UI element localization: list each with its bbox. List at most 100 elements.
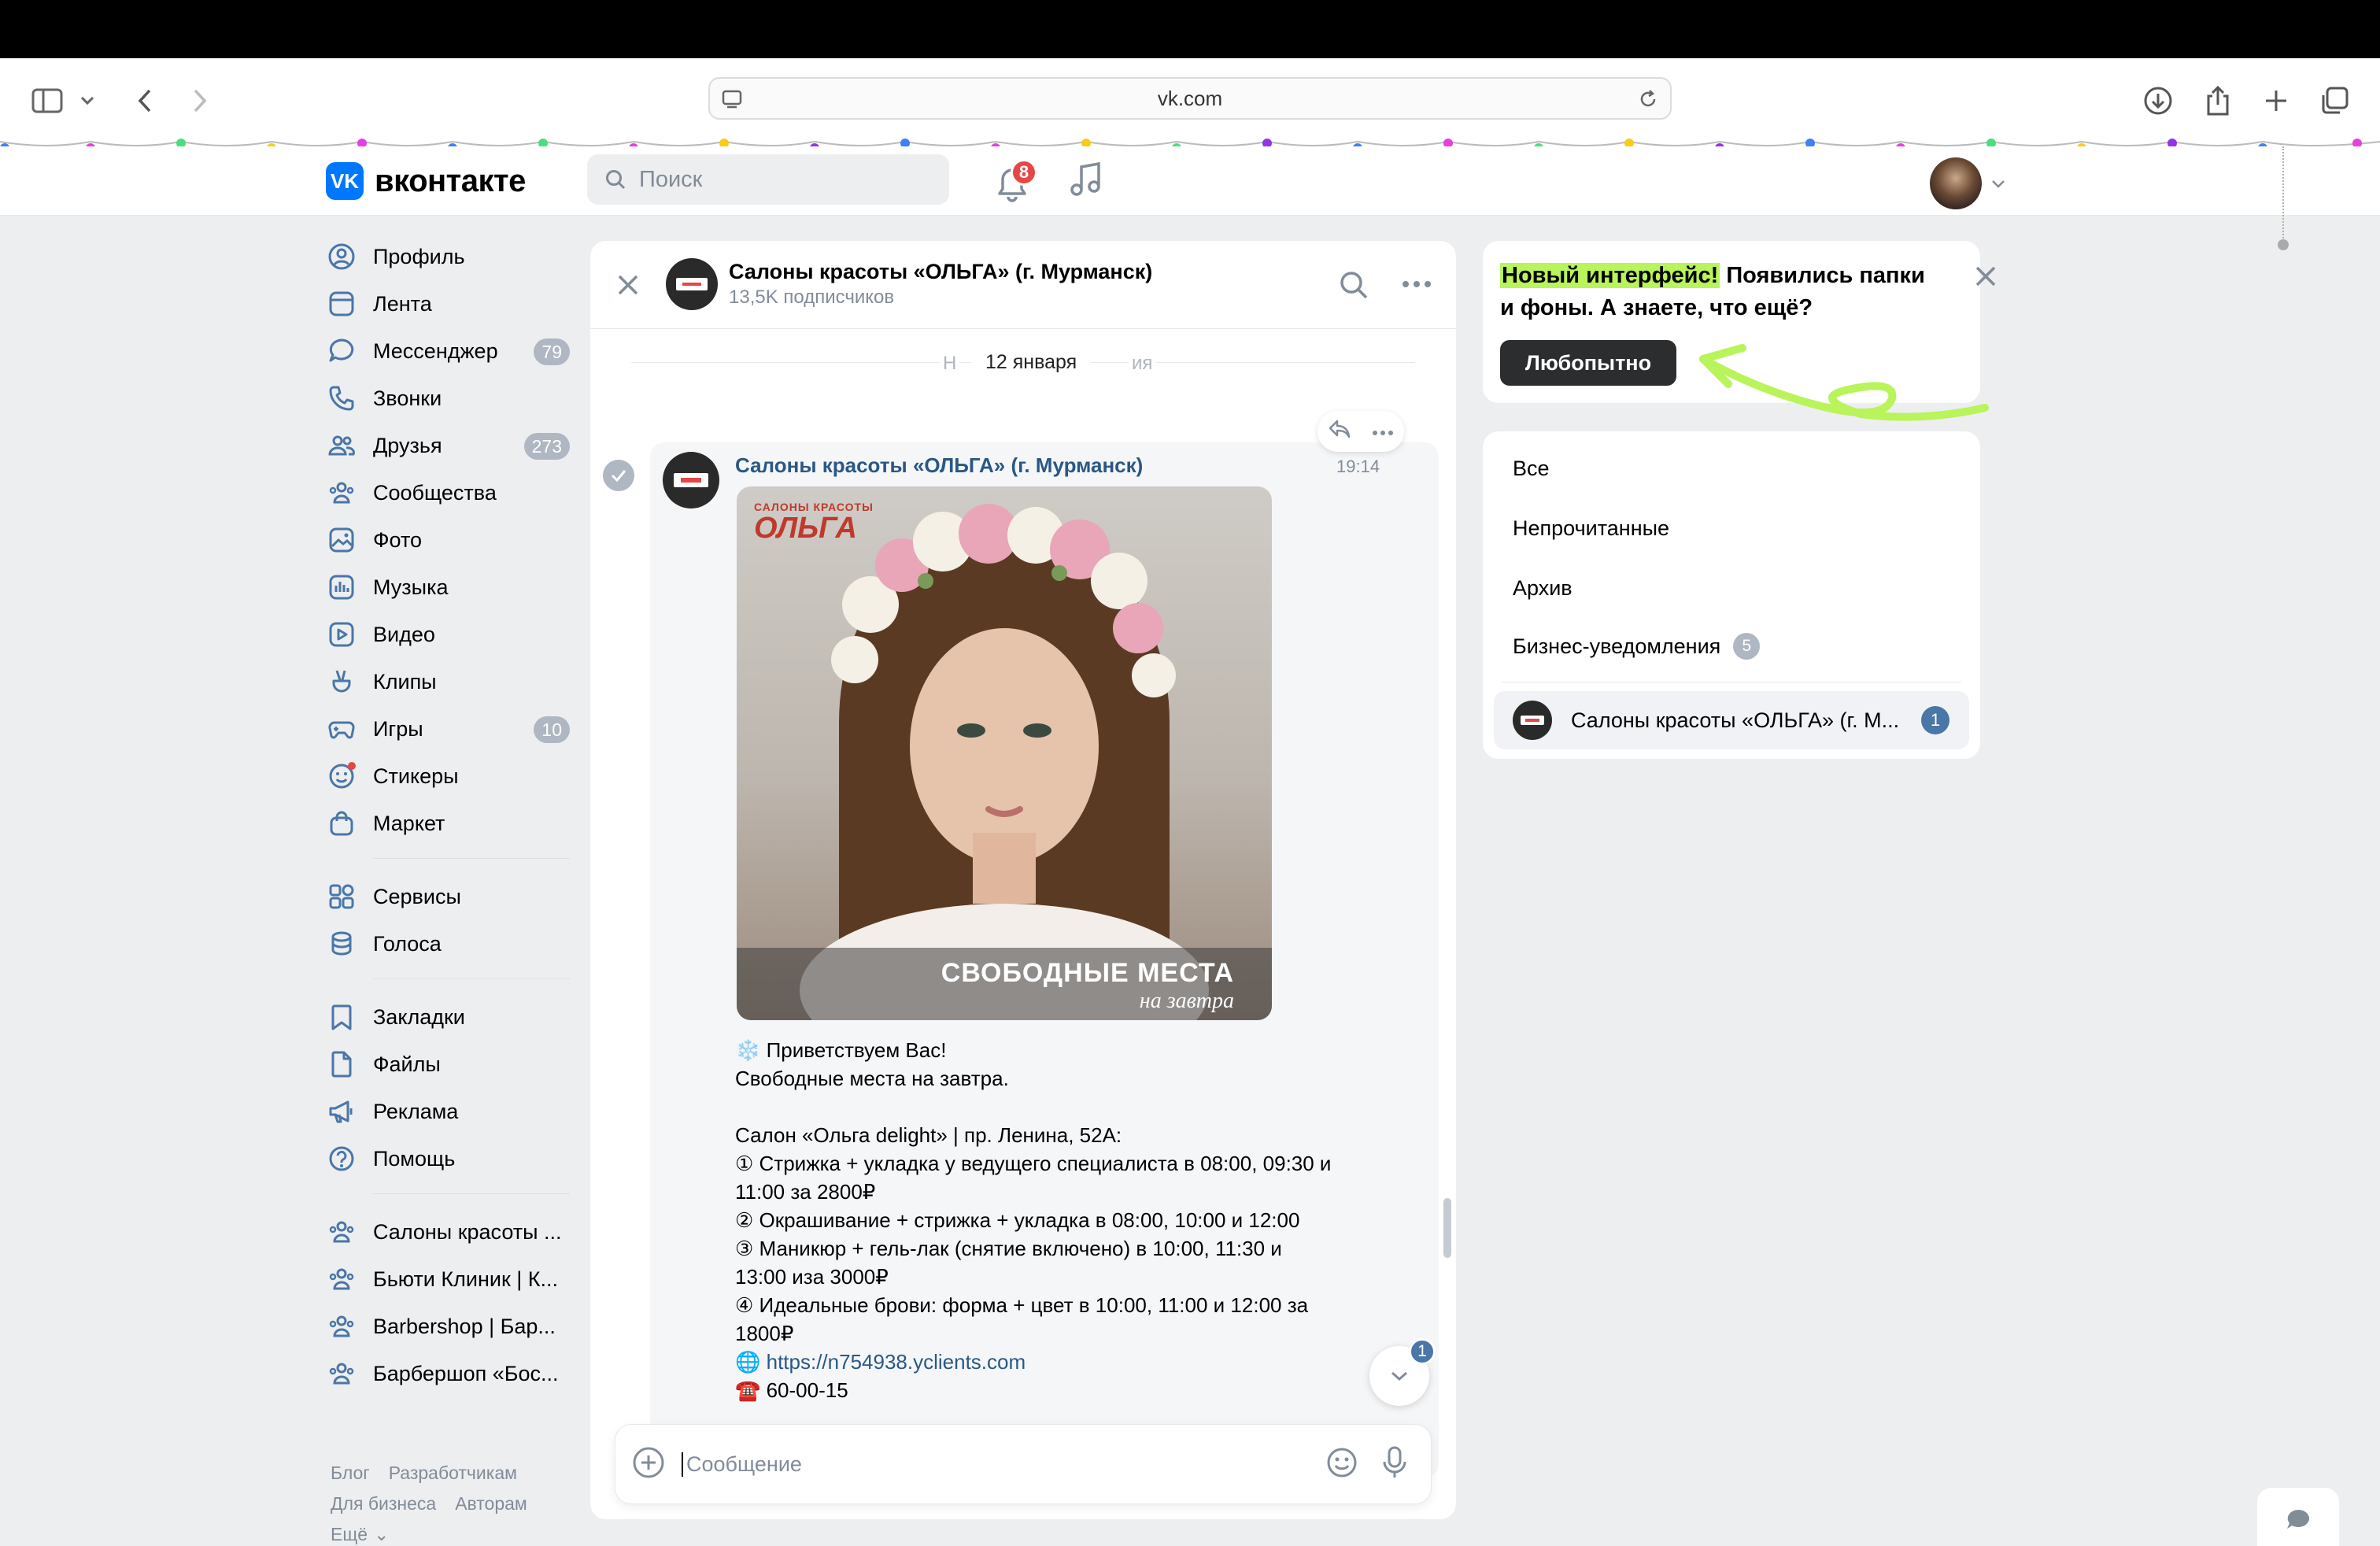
nav-item-label: Фото [373, 527, 423, 552]
footer-link-authors[interactable]: Авторам [455, 1493, 527, 1514]
vk-logo[interactable]: VK вконтакте [326, 162, 526, 200]
promo-highlight: Новый интерфейс! [1500, 263, 1720, 288]
stickers-icon [326, 760, 357, 792]
search-icon[interactable] [1338, 269, 1369, 305]
chevron-down-icon[interactable] [1991, 173, 2005, 194]
date-label: 12 января [971, 348, 1092, 376]
chat-folders: Все Непрочитанные Архив Бизнес-уведомлен… [1483, 431, 1980, 759]
search-input[interactable]: Поиск [587, 154, 949, 205]
folder-business-notifications[interactable]: Бизнес-уведомления 5 [1513, 633, 1761, 660]
page-settings-icon[interactable] [721, 88, 743, 116]
nav-item-clips[interactable]: Клипы [326, 658, 570, 705]
footer-link-blog[interactable]: Блог [331, 1463, 370, 1483]
nav-item-label: Barbershop | Бар... [373, 1314, 556, 1338]
nav-item-services[interactable]: Сервисы [326, 873, 570, 920]
avatar[interactable] [1930, 157, 1982, 209]
nav-group-item[interactable]: Barbershop | Бар... [326, 1303, 570, 1350]
message-link[interactable]: https://n754938.yclients.com [767, 1350, 1026, 1374]
nav-item-bookmarks[interactable]: Закладки [326, 993, 570, 1041]
chat-scrollbar[interactable] [1443, 1198, 1451, 1258]
nav-item-label: Профиль [373, 244, 465, 268]
communities-icon [326, 1263, 357, 1295]
nav-item-video[interactable]: Видео [326, 611, 570, 658]
nav-item-profile[interactable]: Профиль [326, 233, 570, 280]
message-photo[interactable]: САЛОНЫ КРАСОТЫ ОЛЬГА СВОБОДНЫЕ МЕСТА на … [737, 486, 1272, 1020]
feed-icon [326, 288, 357, 320]
nav-item-help[interactable]: Помощь [326, 1135, 570, 1182]
share-icon[interactable] [2199, 82, 2237, 120]
scroll-down-button[interactable]: 1 [1369, 1338, 1436, 1406]
nav-item-label: Лента [373, 291, 432, 316]
message-text: ❄️ Приветствуем Вас! Свободные места на … [735, 1036, 1333, 1404]
nav-item-label: Видео [373, 622, 435, 646]
address-bar[interactable]: vk.com [708, 77, 1672, 120]
folder-label: Бизнес-уведомления [1513, 634, 1721, 658]
more-options-icon[interactable] [1371, 420, 1395, 442]
group-avatar[interactable] [666, 258, 718, 310]
photo-caption-main: СВОБОДНЫЕ МЕСТА [941, 958, 1234, 988]
new-tab-icon[interactable] [2257, 82, 2295, 120]
nav-group-item[interactable]: Барбершоп «Бос... [326, 1350, 570, 1397]
nav-item-files[interactable]: Файлы [326, 1041, 570, 1088]
top-black-bar [0, 0, 2380, 58]
nav-group-item[interactable]: Салоны красоты ... [326, 1208, 570, 1256]
folder-chat-counter: 1 [1921, 706, 1950, 734]
music-player-button[interactable] [1066, 159, 1107, 200]
more-options-icon[interactable] [1401, 272, 1432, 300]
clips-icon [326, 666, 357, 697]
folder-unread[interactable]: Непрочитанные [1513, 516, 1669, 541]
bookmark-icon [326, 1001, 357, 1033]
nav-item-music[interactable]: Музыка [326, 564, 570, 611]
download-icon[interactable] [2139, 82, 2177, 120]
footer-link-business[interactable]: Для бизнеса [331, 1493, 436, 1514]
nav-item-feed[interactable]: Лента [326, 280, 570, 327]
attach-plus-icon[interactable] [631, 1445, 666, 1484]
footer-link-developers[interactable]: Разработчикам [389, 1463, 517, 1483]
megaphone-icon [326, 1096, 357, 1127]
footer-link-more[interactable]: Ещё ⌄ [331, 1524, 408, 1544]
tabs-overview-icon[interactable] [2315, 82, 2353, 120]
nav-item-photo[interactable]: Фото [326, 516, 570, 564]
chevron-down-icon: ⌄ [374, 1524, 390, 1544]
chat-fab-button[interactable] [2257, 1488, 2339, 1546]
sidebar-toggle-icon[interactable] [28, 82, 66, 120]
sender-avatar[interactable] [663, 452, 719, 509]
nav-item-label: Закладки [373, 1004, 465, 1029]
nav-item-label: Салоны красоты ... [373, 1219, 562, 1244]
close-icon[interactable] [1972, 263, 2001, 291]
folder-archive[interactable]: Архив [1513, 576, 1572, 601]
nav-group-item[interactable]: Бьюти Клиник | К... [326, 1256, 570, 1303]
nav-item-friends[interactable]: Друзья 273 [326, 422, 570, 469]
nav-item-market[interactable]: Маркет [326, 800, 570, 847]
emoji-icon[interactable] [1325, 1446, 1358, 1483]
folder-all[interactable]: Все [1513, 457, 1550, 481]
notifications-button[interactable]: 8 [993, 156, 1037, 206]
nav-item-ads[interactable]: Реклама [326, 1088, 570, 1135]
back-arrow-icon[interactable] [126, 82, 164, 120]
folder-label: Все [1513, 457, 1550, 480]
nav-item-communities[interactable]: Сообщества [326, 469, 570, 516]
message-input[interactable]: Сообщение [682, 1452, 1325, 1477]
forward-arrow-icon[interactable] [181, 82, 219, 120]
nav-item-label: Реклама [373, 1099, 459, 1123]
microphone-icon[interactable] [1380, 1445, 1409, 1484]
select-message-checkbox[interactable] [603, 460, 634, 491]
close-icon[interactable] [614, 271, 642, 299]
search-icon [606, 170, 626, 190]
vk-logo-text: вконтакте [375, 163, 526, 198]
nav-item-label: Музыка [373, 575, 449, 599]
folder-chat-item[interactable]: Салоны красоты «ОЛЬГА» (г. М... 1 [1494, 691, 1969, 749]
garland-pull-handle[interactable] [2278, 239, 2289, 250]
nav-item-calls[interactable]: Звонки [326, 375, 570, 422]
nav-item-votes[interactable]: Голоса [326, 920, 570, 967]
curious-button[interactable]: Любопытно [1500, 340, 1676, 386]
reload-icon[interactable] [1637, 88, 1659, 116]
nav-item-label: Сообщества [373, 480, 497, 505]
reply-icon[interactable] [1328, 419, 1351, 445]
message-sender[interactable]: Салоны красоты «ОЛЬГА» (г. Мурманск) [735, 453, 1143, 478]
chevron-down-icon[interactable] [76, 82, 99, 120]
nav-item-games[interactable]: Игры 10 [326, 705, 570, 753]
nav-item-stickers[interactable]: Стикеры [326, 753, 570, 800]
nav-item-messenger[interactable]: Мессенджер 79 [326, 327, 570, 375]
chat-title[interactable]: Салоны красоты «ОЛЬГА» (г. Мурманск) [729, 260, 1152, 284]
